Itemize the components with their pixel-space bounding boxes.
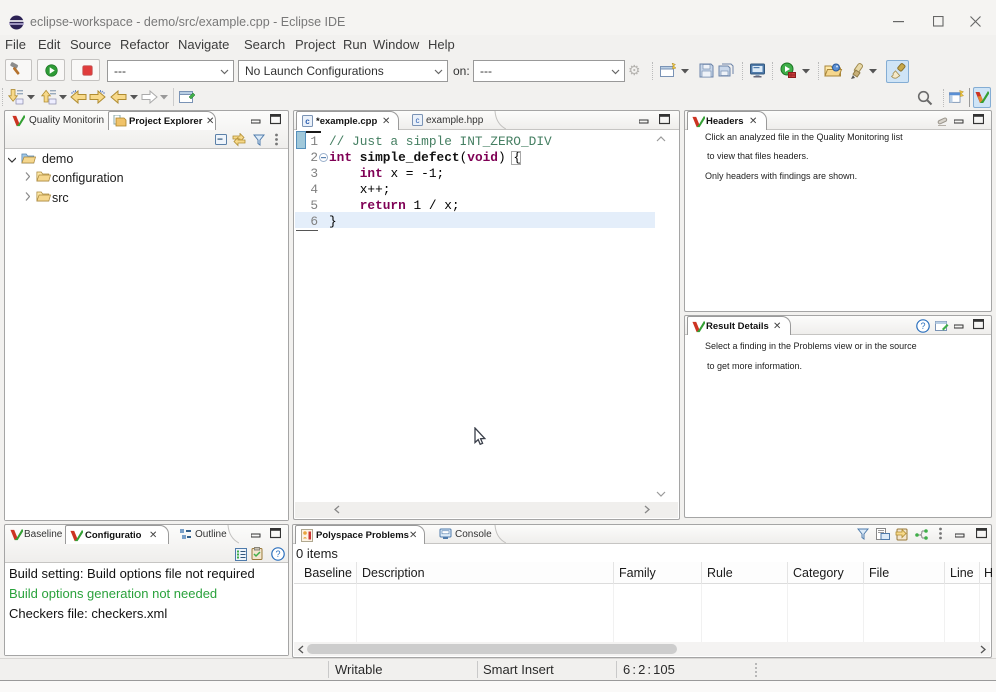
svg-text:c: c xyxy=(305,117,310,126)
svg-text:c: c xyxy=(416,116,420,125)
svg-text:?: ? xyxy=(920,321,925,331)
svg-text:?: ? xyxy=(275,549,280,559)
